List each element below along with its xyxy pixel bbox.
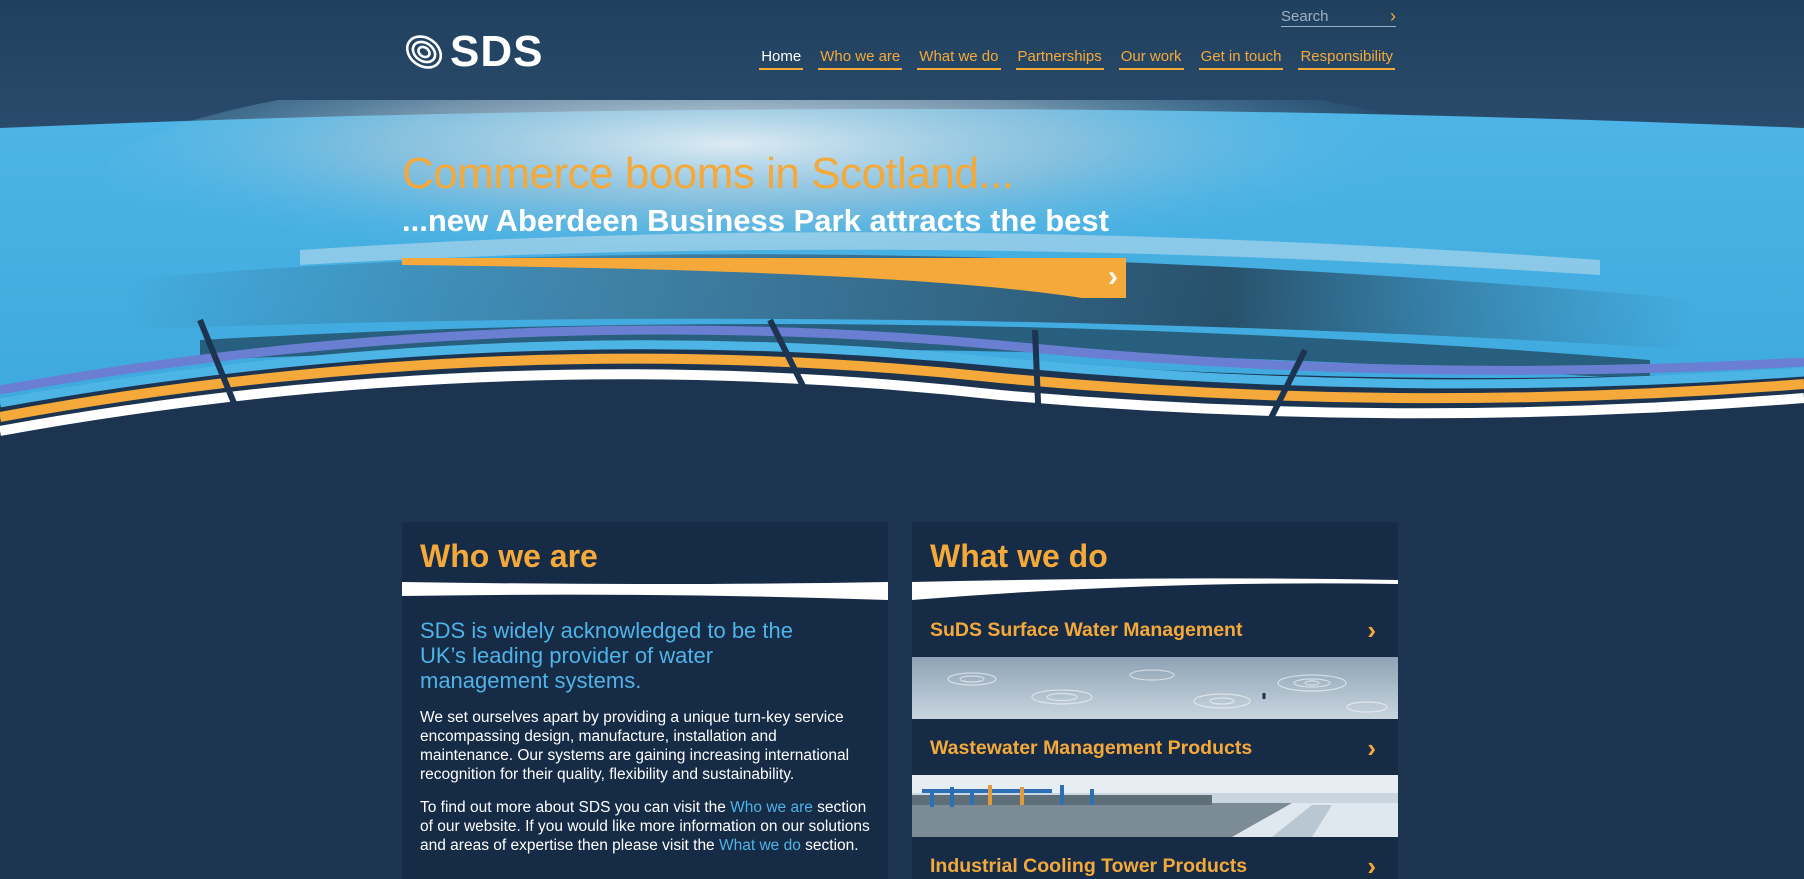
chevron-right-icon: › [1108, 260, 1118, 293]
hero-subtitle: ...new Aberdeen Business Park attracts t… [402, 203, 1109, 238]
nav-responsibility[interactable]: Responsibility [1298, 48, 1395, 70]
p2-text-3: section. [800, 837, 859, 854]
nav-who-we-are[interactable]: Who we are [818, 48, 903, 70]
nav-home[interactable]: Home [759, 48, 804, 70]
what-we-do-panel: What we do SuDS Surface Water Management… [912, 522, 1398, 879]
chevron-right-icon: › [1367, 732, 1376, 763]
hero-read-more-button[interactable]: › [402, 258, 1126, 298]
p2-text-1: To find out more about SDS you can visit… [420, 799, 731, 816]
nav-partnerships[interactable]: Partnerships [1015, 48, 1104, 70]
nav-what-we-do[interactable]: What we do [917, 48, 1001, 70]
chevron-right-icon: › [1367, 614, 1376, 645]
service-cooling-tower[interactable]: Industrial Cooling Tower Products › [912, 841, 1398, 879]
sds-logo-icon [405, 35, 443, 69]
service-wastewater[interactable]: Wastewater Management Products › [912, 723, 1398, 773]
search-submit-icon[interactable]: › [1390, 7, 1396, 25]
service-label: SuDS Surface Water Management [930, 618, 1243, 641]
who-we-are-link[interactable]: Who we are [730, 799, 813, 816]
what-we-do-link[interactable]: What we do [719, 837, 801, 854]
service-label: Wastewater Management Products [930, 736, 1253, 759]
logo-text: SDS [450, 27, 544, 76]
service-label: Industrial Cooling Tower Products [930, 854, 1248, 877]
hero-banner: Commerce booms in Scotland... ...new Abe… [0, 100, 1804, 480]
treatment-plant-image [912, 775, 1398, 837]
who-we-are-panel: Who we are SDS is widely acknowledged to… [402, 522, 888, 879]
panel-divider [402, 582, 888, 600]
hero-title: Commerce booms in Scotland... [402, 149, 1014, 198]
service-suds[interactable]: SuDS Surface Water Management › [912, 605, 1398, 655]
search-input[interactable] [1281, 7, 1381, 25]
what-we-do-heading: What we do [930, 538, 1108, 574]
panel-divider [912, 578, 1398, 600]
rain-water-image [912, 657, 1398, 719]
search-box: › [1281, 6, 1396, 27]
logo[interactable]: SDS [402, 30, 543, 74]
nav-our-work[interactable]: Our work [1118, 48, 1184, 70]
who-we-are-paragraph-2: To find out more about SDS you can visit… [420, 798, 870, 855]
who-we-are-lead: SDS is widely acknowledged to be the UK’… [420, 618, 793, 693]
hero-cta-bar [402, 258, 1126, 298]
who-we-are-paragraph-1: We set ourselves apart by providing a un… [420, 709, 850, 783]
main-nav: Home Who we are What we do Partnerships … [759, 48, 1395, 70]
nav-get-in-touch[interactable]: Get in touch [1198, 48, 1284, 70]
who-we-are-heading: Who we are [420, 538, 598, 574]
chevron-right-icon: › [1367, 850, 1376, 879]
